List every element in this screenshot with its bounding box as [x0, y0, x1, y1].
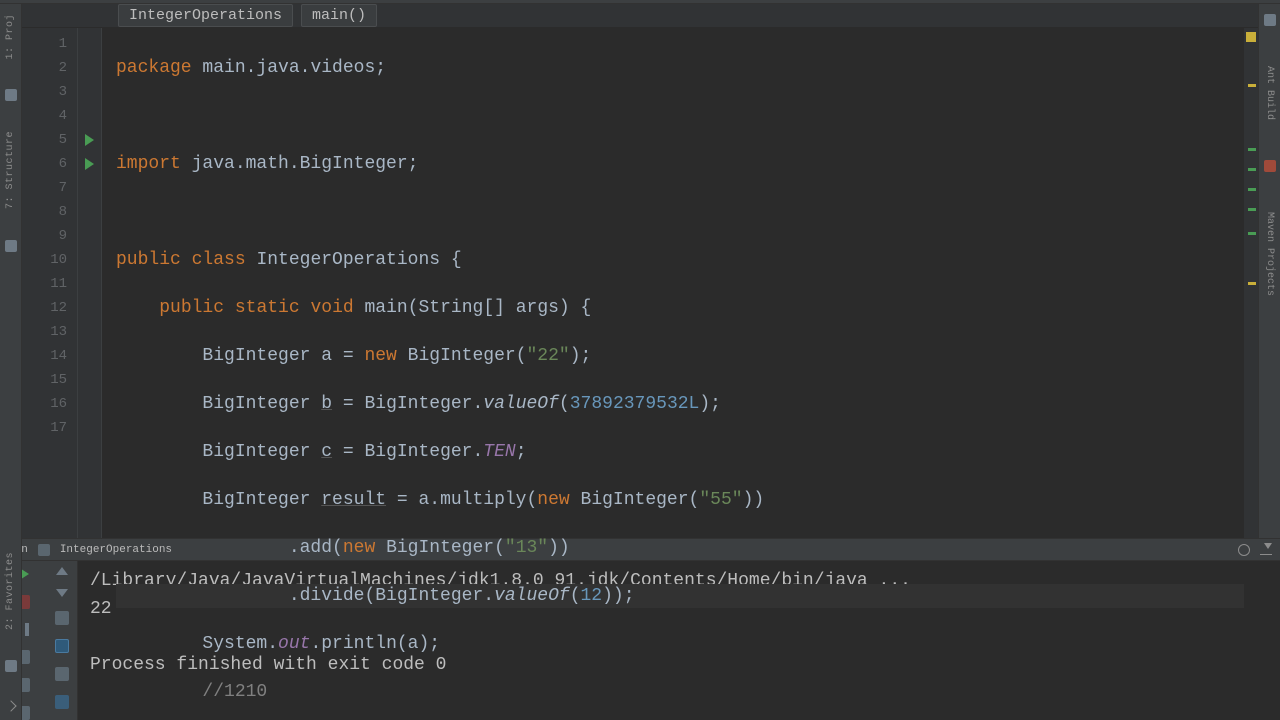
tool-structure[interactable]: 7: Structure [5, 131, 16, 209]
favorites-icon [5, 660, 17, 672]
warning-marker[interactable] [1248, 282, 1256, 285]
clear-all-icon[interactable] [55, 695, 69, 709]
left-tool-rail: 1: Proj 7: Structure [0, 4, 22, 538]
ok-marker[interactable] [1248, 148, 1256, 151]
breadcrumb-class[interactable]: IntegerOperations [118, 4, 293, 27]
run-toolbar-secondary [46, 561, 78, 720]
breadcrumb: IntegerOperations main() [22, 4, 1258, 28]
ant-icon [1264, 14, 1276, 26]
download-icon[interactable] [1260, 545, 1272, 555]
scroll-up-icon[interactable] [56, 567, 68, 575]
ok-marker[interactable] [1248, 208, 1256, 211]
ok-marker[interactable] [1248, 188, 1256, 191]
breadcrumb-method[interactable]: main() [301, 4, 377, 27]
code-editor[interactable]: package main.java.videos; import java.ma… [102, 28, 1244, 538]
print-icon[interactable] [55, 667, 69, 681]
gutter-icons[interactable] [78, 28, 102, 538]
maven-icon [1264, 160, 1276, 172]
tool-maven[interactable]: Maven Projects [1264, 212, 1275, 296]
scroll-to-end-icon[interactable] [55, 639, 69, 653]
scroll-down-icon[interactable] [56, 589, 68, 597]
structure-icon [5, 240, 17, 252]
project-icon [5, 89, 17, 101]
warning-marker[interactable] [1248, 84, 1256, 87]
gear-icon[interactable] [1238, 544, 1250, 556]
run-class-icon[interactable] [85, 134, 94, 146]
soft-wrap-icon[interactable] [55, 611, 69, 625]
line-number-gutter[interactable]: 1 2 3 4 5 6 7 8 9 10 11 12 13 14 15 16 1 [22, 28, 78, 538]
tool-ant-build[interactable]: Ant Build [1264, 66, 1275, 120]
ok-marker[interactable] [1248, 232, 1256, 235]
error-stripe[interactable] [1244, 28, 1258, 538]
tool-favorites[interactable]: 2: Favorites [5, 552, 16, 630]
right-tool-rail: Ant Build Maven Projects [1258, 4, 1280, 538]
chevron-right-icon[interactable] [5, 700, 16, 711]
run-main-icon[interactable] [85, 158, 94, 170]
ok-marker[interactable] [1248, 168, 1256, 171]
run-config-icon [38, 544, 50, 556]
analysis-status-icon [1246, 32, 1256, 42]
tool-project[interactable]: 1: Proj [5, 14, 16, 60]
